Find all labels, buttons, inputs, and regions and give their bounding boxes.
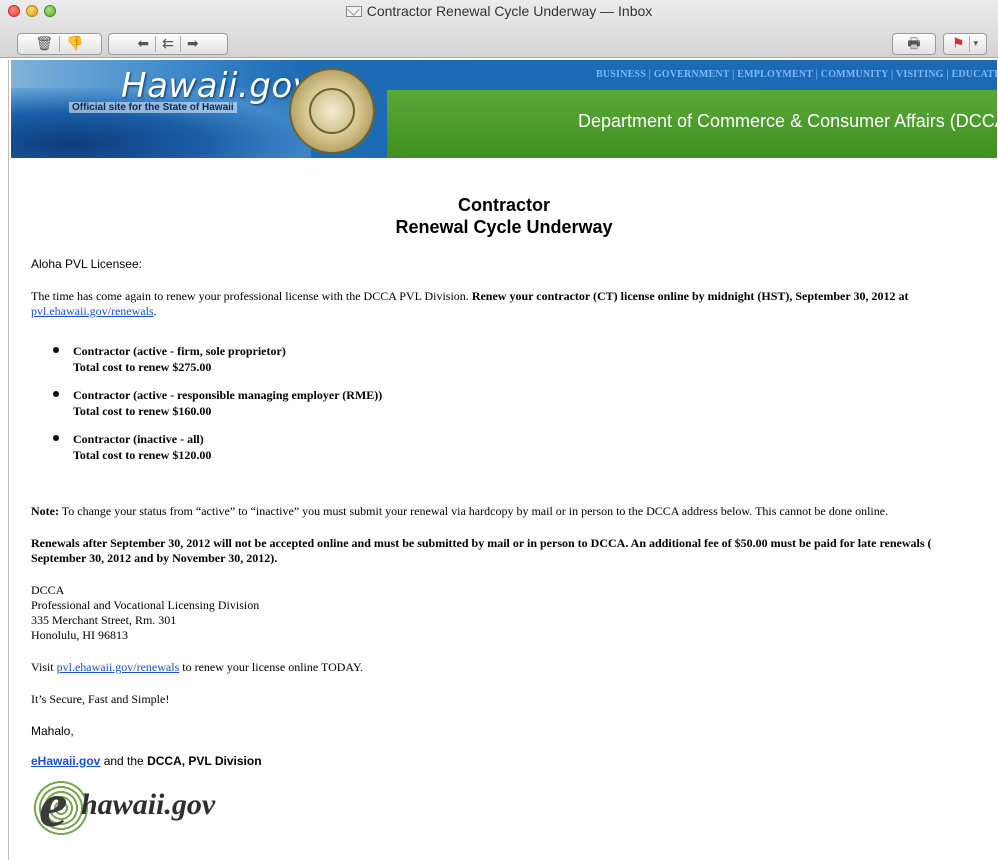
note-paragraph: Note: To change your status from “active… — [31, 504, 889, 518]
reply-all-arrow-icon[interactable]: ⇇ — [162, 37, 174, 51]
address-line: DCCA — [31, 583, 65, 597]
banner-nav-links[interactable]: BUSINESS | GOVERNMENT | EMPLOYMENT | COM… — [596, 69, 997, 80]
department-name: Department of Commerce & Consumer Affair… — [578, 111, 997, 131]
greeting: Aloha PVL Licensee: — [31, 257, 142, 271]
state-seal-icon — [289, 68, 375, 154]
official-site-label: Official site for the State of Hawaii — [69, 102, 237, 113]
chevron-down-icon[interactable]: ▾ — [974, 39, 979, 49]
window-titlebar: Contractor Renewal Cycle Underway — Inbo… — [0, 0, 998, 58]
window-title-text: Contractor Renewal Cycle Underway — Inbo… — [366, 3, 653, 19]
signature-line: eHawaii.gov and the DCCA, PVL Division — [31, 754, 262, 768]
intro-link-line: pvl.ehawaii.gov/renewals. — [31, 304, 157, 318]
ehawaii-logo[interactable]: e hawaii.gov — [31, 769, 261, 840]
late-renewal-line-1: Renewals after September 30, 2012 will n… — [31, 536, 932, 550]
signoff: Mahalo, — [31, 724, 74, 738]
renewals-link-2[interactable]: pvl.ehawaii.gov/renewals — [57, 660, 180, 674]
late-renewal-line-2: September 30, 2012 and by November 30, 2… — [31, 551, 278, 565]
renewals-link[interactable]: pvl.ehawaii.gov/renewals — [31, 304, 154, 318]
hawaii-gov-banner: Hawaii.gov Official site for the State o… — [11, 60, 997, 158]
window-title: Contractor Renewal Cycle Underway — Inbo… — [0, 2, 998, 20]
print-button[interactable]: 🖶 — [892, 33, 936, 55]
address-line: Honolulu, HI 96813 — [31, 628, 128, 642]
reply-button-group: ⬅ ⇇ ➡ — [108, 33, 228, 55]
headline-line-2: Renewal Cycle Underway — [395, 217, 613, 237]
flag-button[interactable]: ⚑ ▾ — [943, 33, 987, 55]
headline-line-1: Contractor — [457, 195, 550, 215]
ehawaii-link[interactable]: eHawaii.gov — [31, 754, 100, 768]
address-line: Professional and Vocational Licensing Di… — [31, 598, 260, 612]
renewal-deadline: Renew your contractor (CT) license onlin… — [471, 289, 896, 303]
reply-arrow-icon[interactable]: ⬅ — [137, 37, 149, 51]
hawaii-gov-logo[interactable]: Hawaii.gov — [121, 66, 313, 106]
trash-icon[interactable]: 🗑 — [35, 37, 53, 51]
flag-icon: ⚑ — [951, 36, 965, 52]
intro-paragraph: The time has come again to renew your pr… — [31, 289, 909, 303]
tagline: It’s Secure, Fast and Simple! — [31, 692, 170, 706]
envelope-icon — [345, 6, 362, 17]
message-body: Hawaii.gov Official site for the State o… — [8, 60, 998, 860]
thumbs-down-icon[interactable]: 👎 — [66, 37, 83, 51]
address-line: 335 Merchant Street, Rm. 301 — [31, 613, 177, 627]
email-headline: Contractor Renewal Cycle Underway — [9, 194, 998, 238]
printer-icon: 🖶 — [907, 36, 921, 52]
forward-arrow-icon[interactable]: ➡ — [187, 37, 199, 51]
delete-junk-button-group: 🗑 👎 — [17, 33, 102, 55]
visit-line: Visit pvl.ehawaii.gov/renewals to renew … — [31, 660, 364, 674]
